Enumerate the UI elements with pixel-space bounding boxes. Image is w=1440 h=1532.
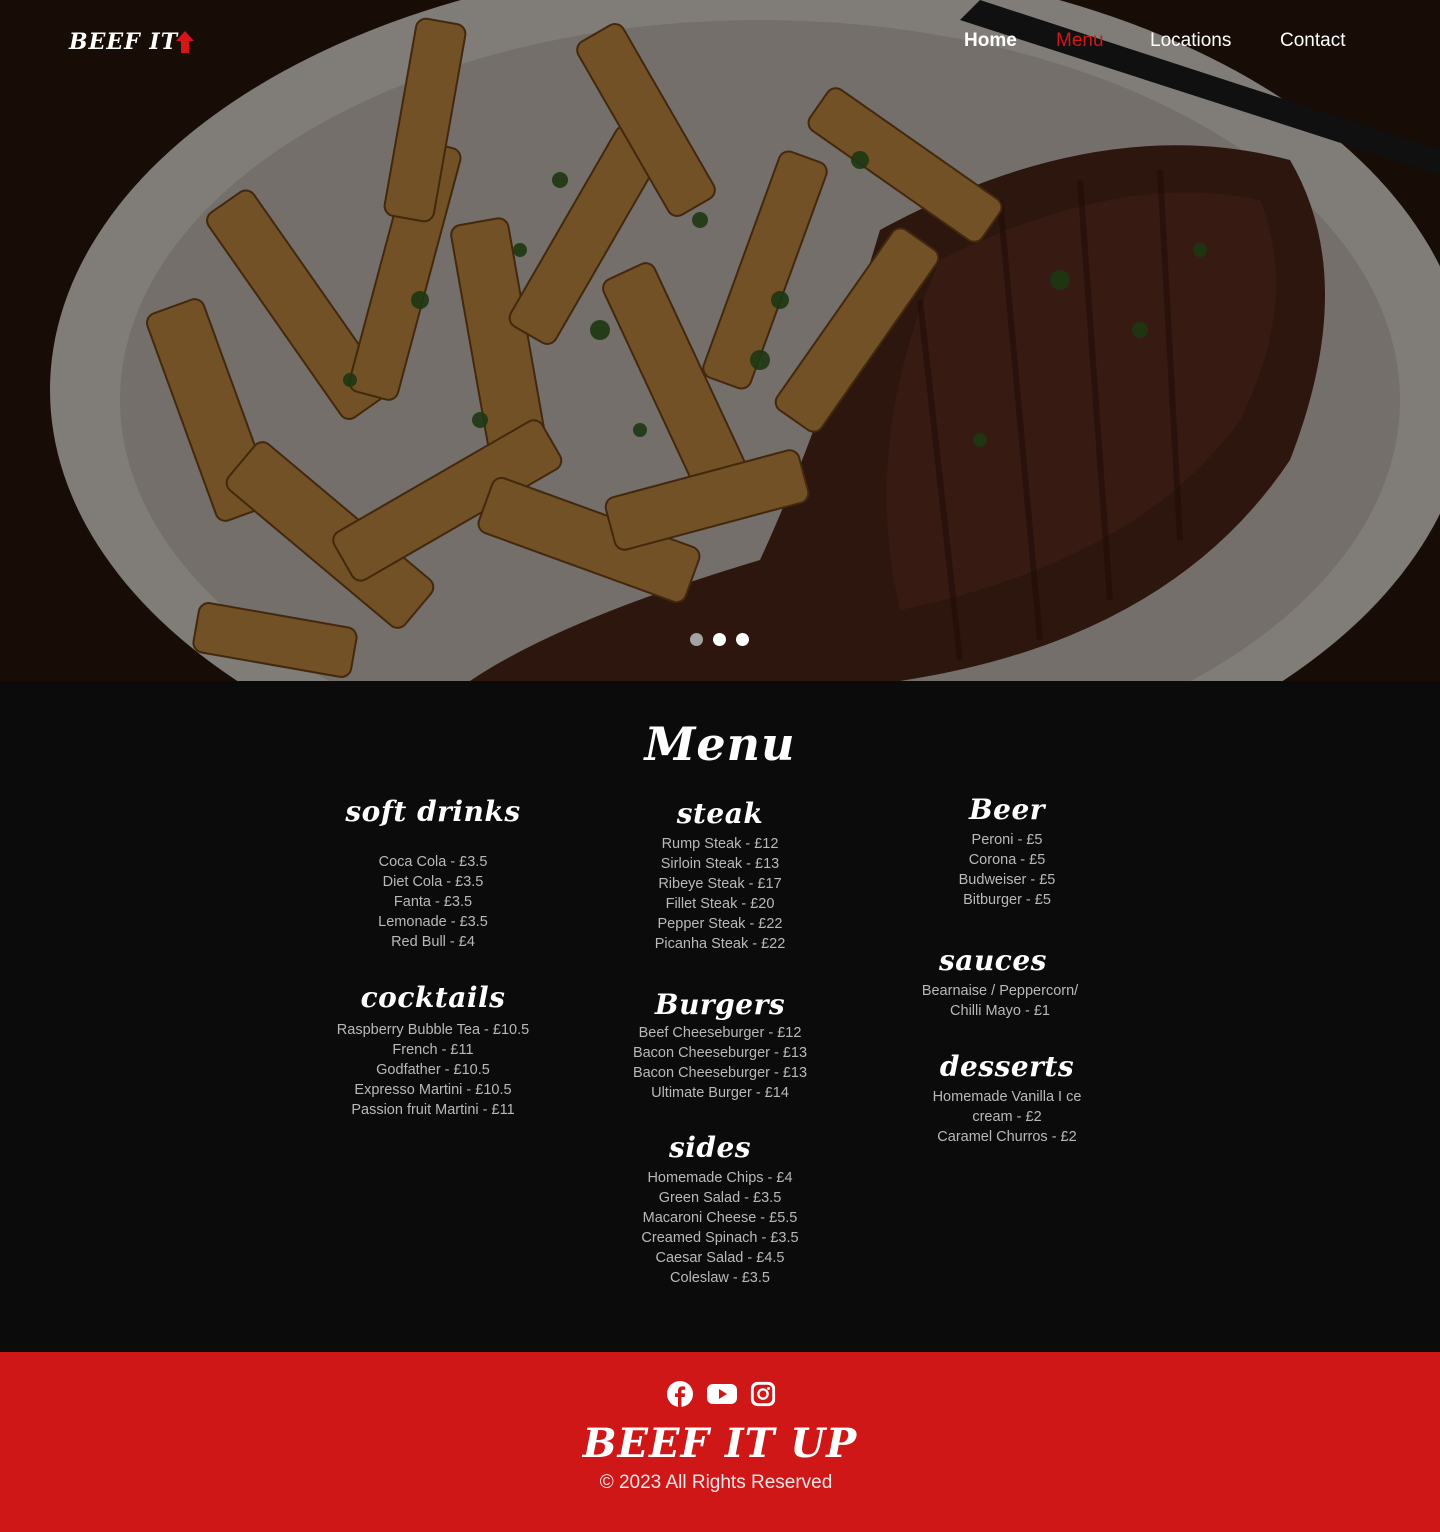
menu-item: Beef Cheeseburger - £12	[638, 1025, 802, 1041]
menu-item: Fanta - £3.5	[393, 894, 473, 910]
category-heading: soft drinks	[345, 795, 521, 828]
hero-carousel: BEEF IT Home Menu Locations Contact	[0, 0, 1440, 681]
item-list: Bearnaise / Peppercorn/Chilli Mayo - £1	[857, 981, 1143, 1021]
category-heading: sauces	[939, 944, 1047, 977]
carousel-dot-3[interactable]	[736, 633, 749, 646]
menu-item: Budweiser - £5	[958, 872, 1056, 888]
logo-text: BEEF IT	[69, 29, 179, 55]
item-list: Coca Cola - £3.5 Diet Cola - £3.5 Fanta - …	[283, 852, 583, 952]
category-heading: desserts	[939, 1050, 1075, 1083]
menu-item: Diet Cola - £3.5	[382, 874, 484, 890]
menu-item: Bacon Cheeseburger - £13	[632, 1065, 808, 1081]
menu-item: Ultimate Burger - £14	[651, 1085, 789, 1101]
menu-item: Bitburger - £5	[963, 892, 1051, 908]
menu-category-burgers: Burgers Beef Cheeseburger - £12 Bacon Che…	[570, 988, 870, 1103]
menu-item: French - £11	[392, 1042, 474, 1058]
nav-contact[interactable]: Contact	[1280, 30, 1345, 52]
social-links	[666, 1380, 776, 1408]
menu-item: Picanha Steak - £22	[654, 936, 786, 952]
menu-item: Ribeye Steak - £17	[658, 876, 782, 892]
menu-item: Peroni - £5	[971, 832, 1043, 848]
category-heading: steak	[676, 797, 764, 830]
menu-item: Coca Cola - £3.5	[378, 854, 488, 870]
menu-item: Raspberry Bubble Tea - £10.5	[336, 1022, 530, 1038]
menu-category-sauces: sauces Bearnaise / Peppercorn/Chilli May…	[843, 944, 1143, 1021]
menu-item: Creamed Spinach - £3.5	[641, 1230, 799, 1246]
category-heading: cocktails	[360, 981, 506, 1014]
menu-item: Godfather - £10.5	[376, 1062, 490, 1078]
menu-item: Chilli Mayo - £1	[950, 1003, 1050, 1019]
nav-menu[interactable]: Menu	[1056, 30, 1150, 52]
menu-item: Expresso Martini - £10.5	[354, 1082, 512, 1098]
menu-section: Menu soft drinks Coca Cola - £3.5 Diet Co…	[0, 681, 1440, 1352]
item-list: Peroni - £5 Corona - £5 Budweiser - £5 Bitb…	[857, 830, 1157, 910]
menu-item: Caesar Salad - £4.5	[655, 1250, 785, 1266]
menu-category-steak: steak Rump Steak - £12 Sirloin Steak - £1…	[570, 797, 870, 954]
menu-item: cream - £2	[972, 1109, 1042, 1125]
item-list: Homemade Chips - £4 Green Salad - £3.5 Mac…	[580, 1168, 860, 1288]
footer: BEEF IT UP © 2023 All Rights Reserved	[0, 1352, 1440, 1532]
instagram-icon[interactable]	[750, 1381, 776, 1407]
menu-item: Red Bull - £4	[391, 934, 475, 950]
menu-category-soft-drinks: soft drinks Coca Cola - £3.5 Diet Cola - …	[283, 795, 583, 952]
menu-item: Caramel Churros - £2	[937, 1129, 1077, 1145]
footer-brand: BEEF IT UP	[582, 1420, 858, 1467]
youtube-icon[interactable]	[706, 1380, 738, 1408]
menu-item: Rump Steak - £12	[661, 836, 779, 852]
item-list: Raspberry Bubble Tea - £10.5 French - £11…	[283, 1020, 583, 1120]
menu-item: Bearnaise / Peppercorn/	[921, 983, 1079, 999]
menu-item: Homemade Chips - £4	[647, 1170, 793, 1186]
menu-item: Pepper Steak - £22	[657, 916, 783, 932]
menu-item: Passion fruit Martini - £11	[351, 1102, 515, 1118]
category-heading: Burgers	[654, 988, 786, 1021]
copyright-text: © 2023 All Rights Reserved	[599, 1472, 833, 1493]
category-heading: sides	[668, 1131, 752, 1164]
menu-item: Bacon Cheeseburger - £13	[632, 1045, 808, 1061]
menu-item: Lemonade - £3.5	[378, 914, 488, 930]
menu-category-cocktails: cocktails Raspberry Bubble Tea - £10.5 Fr…	[283, 981, 583, 1120]
menu-item: Macaroni Cheese - £5.5	[642, 1210, 798, 1226]
menu-item: Corona - £5	[968, 852, 1046, 868]
item-list: Beef Cheeseburger - £12 Bacon Cheeseburge…	[570, 1023, 870, 1103]
menu-item: Fillet Steak - £20	[665, 896, 775, 912]
menu-item: Green Salad - £3.5	[658, 1190, 782, 1206]
menu-item: Homemade Vanilla I ce	[932, 1089, 1082, 1105]
carousel-indicators	[690, 633, 749, 646]
nav-home[interactable]: Home	[964, 30, 1056, 52]
logo[interactable]: BEEF IT	[69, 28, 195, 56]
menu-item: Sirloin Steak - £13	[660, 856, 780, 872]
main-nav: Home Menu Locations Contact	[964, 30, 1345, 52]
item-list: Rump Steak - £12 Sirloin Steak - £13 Ribey…	[570, 834, 870, 954]
menu-title: Menu	[644, 717, 796, 771]
carousel-dot-1[interactable]	[690, 633, 703, 646]
arrow-up-icon	[176, 31, 195, 53]
menu-category-desserts: desserts Homemade Vanilla I ce cream - £2…	[857, 1050, 1157, 1147]
menu-category-beer: Beer Peroni - £5 Corona - £5 Budweiser - £…	[857, 793, 1157, 910]
category-heading: Beer	[968, 793, 1046, 826]
nav-locations[interactable]: Locations	[1150, 30, 1280, 52]
menu-category-sides: sides Homemade Chips - £4 Green Salad - £…	[560, 1131, 860, 1288]
carousel-dot-2[interactable]	[713, 633, 726, 646]
facebook-icon[interactable]	[666, 1380, 694, 1408]
item-list: Homemade Vanilla I ce cream - £2 Caramel C…	[857, 1087, 1157, 1147]
menu-item: Coleslaw - £3.5	[670, 1270, 770, 1286]
hero-overlay	[0, 0, 1440, 681]
